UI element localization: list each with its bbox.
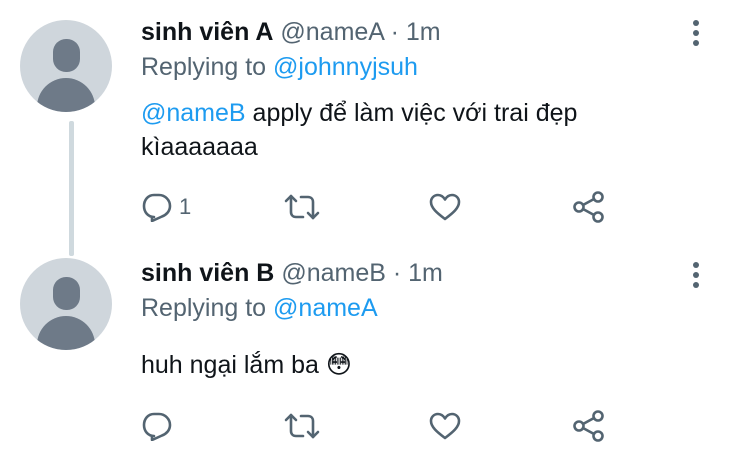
tweet-text: @nameB apply để làm việc với trai đẹp kì… xyxy=(141,96,701,164)
action-bar: 1 xyxy=(0,190,750,224)
tweet-body: huh ngại lắm ba xyxy=(141,351,319,379)
tweet-header: sinh viên A @nameA · 1m xyxy=(141,17,441,47)
avatar[interactable] xyxy=(20,20,112,112)
separator: · xyxy=(390,18,399,46)
separator: · xyxy=(392,259,402,287)
display-name[interactable]: sinh viên A xyxy=(141,18,273,46)
tweet-a[interactable]: sinh viên A @nameA · 1m Replying to @joh… xyxy=(0,0,750,245)
like-button[interactable] xyxy=(428,190,462,224)
retweet-button[interactable] xyxy=(283,409,321,443)
mention-link[interactable]: @nameB xyxy=(141,99,246,127)
reply-button[interactable]: 1 xyxy=(141,190,191,224)
thread-connector-line xyxy=(69,121,74,256)
like-button[interactable] xyxy=(428,409,462,443)
tweet-b[interactable]: sinh viên B @nameB · 1m Replying to @nam… xyxy=(0,245,750,456)
share-icon xyxy=(572,191,606,223)
retweet-icon xyxy=(283,192,321,222)
tweet-text: huh ngại lắm ba 😳 xyxy=(141,348,701,382)
action-bar xyxy=(0,409,750,443)
more-vertical-icon[interactable] xyxy=(686,19,706,47)
reply-button[interactable] xyxy=(141,409,173,443)
handle[interactable]: @nameB xyxy=(281,259,386,287)
reply-count: 1 xyxy=(179,194,192,219)
handle[interactable]: @nameA xyxy=(280,18,383,46)
reply-icon xyxy=(141,192,173,222)
like-icon xyxy=(428,411,462,441)
retweet-button[interactable] xyxy=(283,190,321,224)
share-icon xyxy=(572,410,606,442)
display-name[interactable]: sinh viên B xyxy=(141,259,274,287)
replying-to: Replying to @nameA xyxy=(141,293,378,323)
reply-icon xyxy=(141,411,173,441)
avatar-body xyxy=(37,78,95,112)
tweet-header: sinh viên B @nameB · 1m xyxy=(141,258,443,288)
avatar-head xyxy=(53,39,80,72)
retweet-icon xyxy=(283,411,321,441)
avatar-body xyxy=(37,316,95,350)
like-icon xyxy=(428,192,462,222)
share-button[interactable] xyxy=(572,409,606,443)
avatar-head xyxy=(53,277,80,310)
replying-prefix: Replying to xyxy=(141,53,267,81)
timestamp[interactable]: 1m xyxy=(406,18,441,46)
replying-to-link[interactable]: @johnnyjsuh xyxy=(273,53,418,81)
timestamp[interactable]: 1m xyxy=(408,259,443,287)
more-vertical-icon[interactable] xyxy=(686,261,706,289)
replying-to: Replying to @johnnyjsuh xyxy=(141,52,418,82)
replying-to-link[interactable]: @nameA xyxy=(273,294,378,322)
flushed-face-emoji: 😳 xyxy=(325,351,352,379)
replying-prefix: Replying to xyxy=(141,294,267,322)
share-button[interactable] xyxy=(572,190,606,224)
avatar[interactable] xyxy=(20,258,112,350)
